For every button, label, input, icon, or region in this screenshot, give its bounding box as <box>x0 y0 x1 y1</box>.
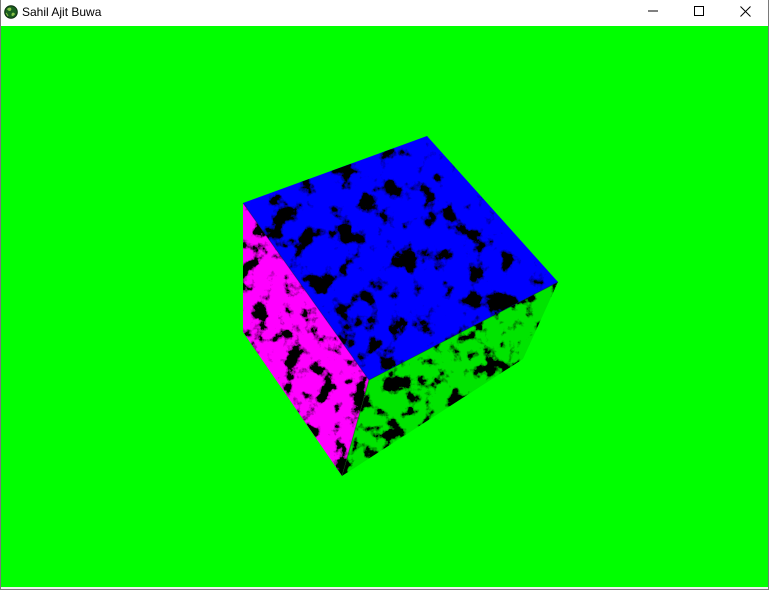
window-controls <box>630 0 768 24</box>
maximize-button[interactable] <box>676 0 722 22</box>
maximize-icon <box>694 6 704 16</box>
close-button[interactable] <box>722 0 768 22</box>
window-bottom-border <box>1 587 768 589</box>
minimize-button[interactable] <box>630 0 676 22</box>
minimize-icon <box>648 10 658 12</box>
cube-scene <box>242 136 559 477</box>
render-canvas[interactable] <box>1 26 768 588</box>
app-window: Sahil Ajit Buwa <box>0 0 769 590</box>
title-bar[interactable]: Sahil Ajit Buwa <box>1 0 768 24</box>
close-icon <box>739 5 751 17</box>
globe-icon[interactable] <box>4 5 18 19</box>
window-title: Sahil Ajit Buwa <box>22 5 102 19</box>
